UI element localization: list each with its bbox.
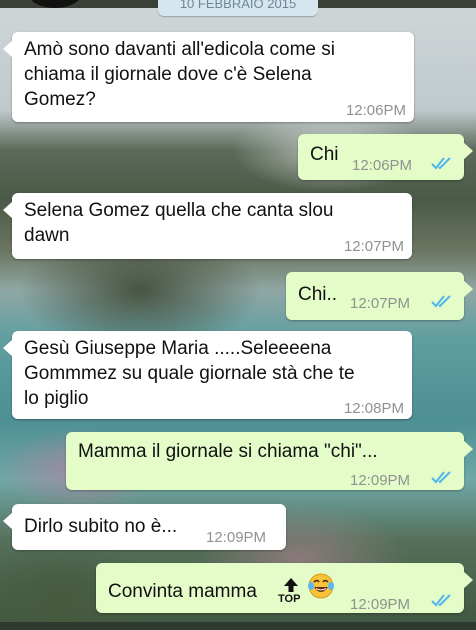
- top-arrow-emoji: TOP: [277, 577, 305, 605]
- bubble-tail: [463, 440, 473, 458]
- bubble-tail: [3, 40, 13, 58]
- double-check-read-icon: [431, 295, 451, 308]
- date-chip: 10 FEBBRAIO 2015: [158, 0, 318, 16]
- message-bubble-incoming[interactable]: Selena Gomez quella che canta slou dawn …: [3, 193, 412, 259]
- message-time: 12:08PM: [343, 400, 404, 417]
- message-text: Amò sono davanti all'edicola come si chi…: [24, 39, 335, 110]
- message-bubble-outgoing[interactable]: Convinta mamma TOP 12:09PM: [96, 563, 473, 613]
- message-bubble-incoming[interactable]: Gesù Giuseppe Maria .....Seleeeena Gommm…: [3, 331, 412, 419]
- message-text: Gesù Giuseppe Maria .....Seleeeena Gommm…: [24, 338, 355, 409]
- message-bubble-outgoing[interactable]: Mamma il giornale si chiama "chi"... 12:…: [66, 432, 473, 490]
- laughing-tears-emoji: [308, 573, 334, 599]
- message-bubble-incoming[interactable]: Amò sono davanti all'edicola come si chi…: [3, 32, 414, 122]
- message-text: Dirlo subito no è...: [24, 516, 178, 537]
- message-time: 12:06PM: [352, 157, 413, 174]
- message-text: Chi..: [298, 284, 338, 305]
- message-time: 12:07PM: [350, 295, 411, 312]
- bottom-bar: [0, 622, 476, 630]
- message-time: 12:07PM: [343, 238, 404, 255]
- double-check-read-icon: [431, 594, 451, 607]
- message-time: 12:09PM: [350, 596, 411, 613]
- message-time: 12:09PM: [206, 529, 267, 546]
- message-bubble-outgoing[interactable]: Chi.. 12:07PM: [286, 272, 473, 320]
- bubble-tail: [3, 512, 13, 530]
- bubble-tail: [463, 571, 473, 589]
- message-text: Mamma il giornale si chiama "chi"...: [78, 441, 378, 462]
- message-time: 12:09PM: [350, 472, 411, 489]
- message-bubble-incoming[interactable]: Dirlo subito no è... 12:09PM: [3, 504, 286, 550]
- double-check-read-icon: [431, 157, 451, 170]
- double-check-read-icon: [431, 471, 451, 484]
- bubble-tail: [3, 339, 13, 357]
- bubble-tail: [3, 201, 13, 219]
- message-text: Selena Gomez quella che canta slou dawn: [24, 200, 334, 246]
- bubble-tail: [463, 142, 473, 160]
- message-text: Convinta mamma: [108, 581, 257, 602]
- message-bubble-outgoing[interactable]: Chi 12:06PM: [298, 134, 473, 180]
- bubble-tail: [463, 280, 473, 298]
- message-text: Chi: [310, 144, 339, 165]
- message-time: 12:06PM: [345, 102, 406, 119]
